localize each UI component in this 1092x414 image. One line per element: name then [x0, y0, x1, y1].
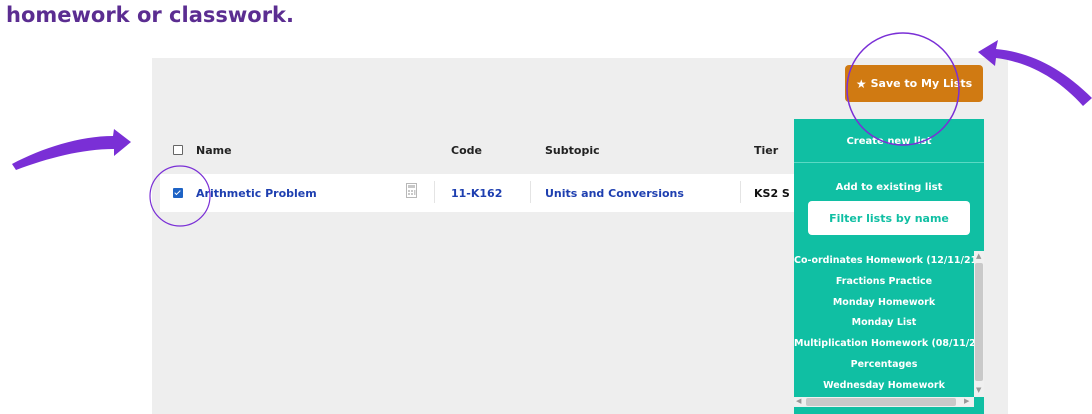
star-icon: ★: [855, 76, 867, 91]
column-header-subtopic[interactable]: Subtopic: [545, 144, 600, 157]
save-button-label: Save to My Lists: [870, 77, 973, 90]
row-tier: KS2 S: [754, 187, 790, 200]
page-heading: homework or classwork.: [6, 3, 295, 27]
scroll-left-arrow-icon[interactable]: ◀: [796, 398, 801, 405]
column-header-name[interactable]: Name: [196, 144, 232, 157]
list-item[interactable]: Wednesday Homework: [794, 376, 974, 397]
vertical-scrollbar[interactable]: ▲ ▼: [974, 251, 984, 397]
horizontal-scrollbar-thumb[interactable]: [806, 398, 956, 406]
scroll-down-arrow-icon[interactable]: ▼: [976, 387, 981, 394]
calculator-icon: [406, 183, 417, 202]
add-to-existing-list-label: Add to existing list: [835, 182, 943, 193]
save-to-my-lists-button[interactable]: ★ Save to My Lists: [845, 65, 983, 102]
row-name-link[interactable]: Arithmetic Problem: [196, 187, 317, 200]
list-item[interactable]: Multiplication Homework (08/11/21): [794, 334, 974, 355]
column-divider: [530, 181, 531, 203]
list-item[interactable]: Monday List: [794, 313, 974, 334]
create-new-list-option[interactable]: Create new list: [794, 136, 984, 147]
scroll-up-arrow-icon[interactable]: ▲: [976, 253, 981, 260]
left-arrow-icon: [12, 129, 131, 170]
list-item[interactable]: Co-ordinates Homework (12/11/21): [794, 251, 974, 272]
column-divider: [740, 181, 741, 203]
scroll-right-arrow-icon[interactable]: ▶: [964, 398, 969, 405]
horizontal-scrollbar[interactable]: ◀ ▶: [794, 397, 974, 407]
filter-lists-input[interactable]: Filter lists by name: [808, 201, 970, 235]
row-subtopic-link[interactable]: Units and Conversions: [545, 187, 684, 200]
column-divider: [434, 181, 435, 203]
scrollbar-thumb[interactable]: [975, 263, 983, 381]
row-checkbox[interactable]: [173, 188, 183, 198]
select-all-checkbox[interactable]: [173, 145, 183, 155]
list-item[interactable]: Fractions Practice: [794, 272, 974, 293]
save-to-list-dropdown: Create new list Add to existing list Fil…: [794, 119, 984, 414]
row-code-link[interactable]: 11-K162: [451, 187, 502, 200]
list-item[interactable]: Percentages: [794, 355, 974, 376]
existing-lists: Co-ordinates Homework (12/11/21) Fractio…: [794, 251, 974, 397]
list-item[interactable]: Monday Homework: [794, 293, 974, 314]
column-header-tier[interactable]: Tier: [754, 144, 778, 157]
dropdown-divider: [794, 162, 984, 163]
column-header-code[interactable]: Code: [451, 144, 482, 157]
